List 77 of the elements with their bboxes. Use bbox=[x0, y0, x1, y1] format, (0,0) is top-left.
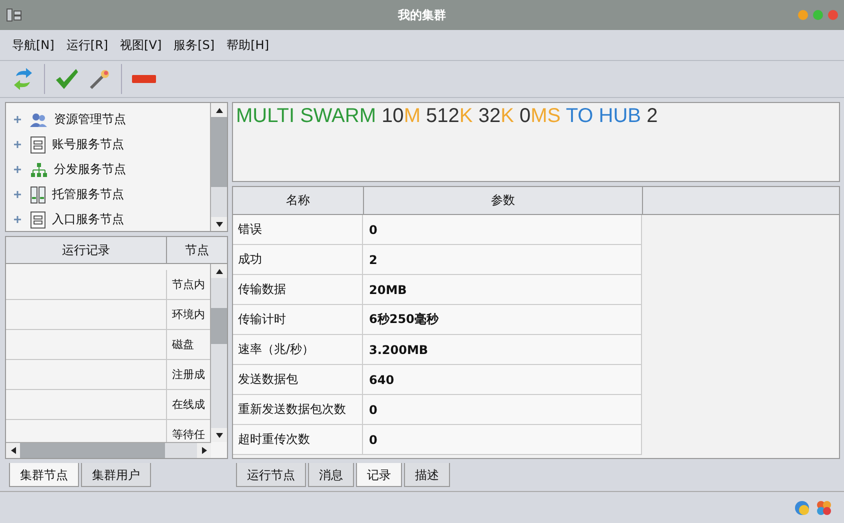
table-cell: 环境内 bbox=[172, 307, 205, 322]
scroll-thumb[interactable] bbox=[20, 443, 165, 458]
menu-item[interactable]: 帮助[H] bbox=[222, 34, 273, 56]
table-cell: 节点内 bbox=[172, 277, 205, 292]
refresh-icon[interactable] bbox=[12, 67, 34, 91]
tree-item[interactable]: 入口服务节点 bbox=[6, 207, 210, 232]
scroll-up-icon[interactable] bbox=[216, 108, 222, 112]
table-cell: 超时重传次数 bbox=[238, 431, 310, 448]
tree-item[interactable]: 分发服务节点 bbox=[6, 157, 210, 182]
menu-item[interactable]: 视图[V] bbox=[116, 34, 166, 56]
tree-item-label: 账号服务节点 bbox=[52, 136, 124, 153]
table-cell: 速率（兆/秒） bbox=[238, 341, 314, 358]
hierarchy-icon bbox=[30, 162, 48, 178]
menu-item[interactable]: 运行[R] bbox=[62, 34, 112, 56]
table-cell: 注册成 bbox=[172, 367, 205, 382]
menu-item[interactable]: 导航[N] bbox=[8, 34, 58, 56]
table-cell: 成功 bbox=[238, 251, 262, 268]
scroll-down-icon[interactable] bbox=[216, 432, 222, 438]
tree-item-label: 分发服务节点 bbox=[54, 161, 126, 178]
tab[interactable]: 集群用户 bbox=[81, 463, 151, 487]
table-cell: 磁盘 bbox=[172, 337, 194, 352]
document-icon bbox=[30, 210, 46, 228]
document-icon bbox=[30, 136, 46, 154]
group-icon[interactable] bbox=[816, 500, 832, 516]
tree-item[interactable]: 资源管理节点 bbox=[6, 107, 210, 132]
tab[interactable]: 描述 bbox=[404, 463, 450, 487]
column-header[interactable]: 运行记录 bbox=[6, 237, 167, 263]
tree-item-label: 资源管理节点 bbox=[54, 111, 126, 128]
table-cell: 3.200MB bbox=[369, 342, 428, 356]
tree-item[interactable]: 托管服务节点 bbox=[6, 182, 210, 207]
tree-item-label: 托管服务节点 bbox=[52, 186, 124, 203]
table-cell: 6秒250毫秒 bbox=[369, 311, 438, 328]
scroll-left-icon[interactable] bbox=[10, 447, 16, 454]
scroll-right-icon[interactable] bbox=[202, 447, 206, 454]
column-header[interactable]: 名称 bbox=[233, 187, 364, 214]
column-header[interactable]: 节点 bbox=[167, 237, 227, 263]
table-cell: 传输计时 bbox=[238, 311, 286, 328]
expand-icon[interactable] bbox=[14, 191, 21, 198]
globe-icon[interactable] bbox=[794, 500, 810, 516]
expand-icon[interactable] bbox=[14, 166, 21, 173]
tab[interactable]: 运行节点 bbox=[236, 463, 306, 487]
tab[interactable]: 集群节点 bbox=[9, 463, 79, 487]
users-icon bbox=[30, 112, 48, 128]
swarm-status-text: MULTI SWARM 10M 512K 32K 0MS TO HUB 2 bbox=[236, 105, 658, 128]
window-title: 我的集群 bbox=[398, 6, 446, 24]
column-header[interactable]: 参数 bbox=[364, 187, 643, 214]
table-cell: 重新发送数据包次数 bbox=[238, 401, 346, 418]
table-cell: 20MB bbox=[369, 282, 407, 296]
columns-icon bbox=[30, 186, 46, 204]
menu-item[interactable]: 服务[S] bbox=[170, 34, 219, 56]
scroll-thumb[interactable] bbox=[211, 308, 227, 344]
table-cell: 0 bbox=[369, 432, 378, 446]
tab[interactable]: 记录 bbox=[356, 463, 402, 487]
magic-wand-icon[interactable] bbox=[89, 68, 111, 90]
scroll-thumb[interactable] bbox=[211, 117, 227, 187]
scrollbar[interactable] bbox=[6, 442, 211, 458]
table-cell: 0 bbox=[369, 222, 378, 236]
check-icon[interactable] bbox=[55, 68, 79, 90]
scrollbar[interactable] bbox=[210, 103, 227, 231]
table-cell: 发送数据包 bbox=[238, 371, 298, 388]
tree-item-label: 入口服务节点 bbox=[52, 211, 124, 228]
scroll-up-icon[interactable] bbox=[216, 268, 222, 274]
table-cell: 等待任 bbox=[172, 427, 205, 442]
tab[interactable]: 消息 bbox=[308, 463, 354, 487]
expand-icon[interactable] bbox=[14, 141, 21, 148]
scrollbar[interactable] bbox=[210, 264, 227, 442]
table-cell: 错误 bbox=[238, 221, 262, 238]
table-cell: 2 bbox=[369, 252, 378, 266]
expand-icon[interactable] bbox=[14, 216, 21, 223]
table-cell: 0 bbox=[369, 402, 378, 416]
scroll-down-icon[interactable] bbox=[216, 222, 222, 226]
table-cell: 传输数据 bbox=[238, 281, 286, 298]
app-icon bbox=[6, 8, 22, 22]
expand-icon[interactable] bbox=[14, 116, 21, 123]
table-cell: 640 bbox=[369, 372, 394, 386]
tree-item[interactable]: 账号服务节点 bbox=[6, 132, 210, 157]
table-cell: 在线成 bbox=[172, 397, 205, 412]
